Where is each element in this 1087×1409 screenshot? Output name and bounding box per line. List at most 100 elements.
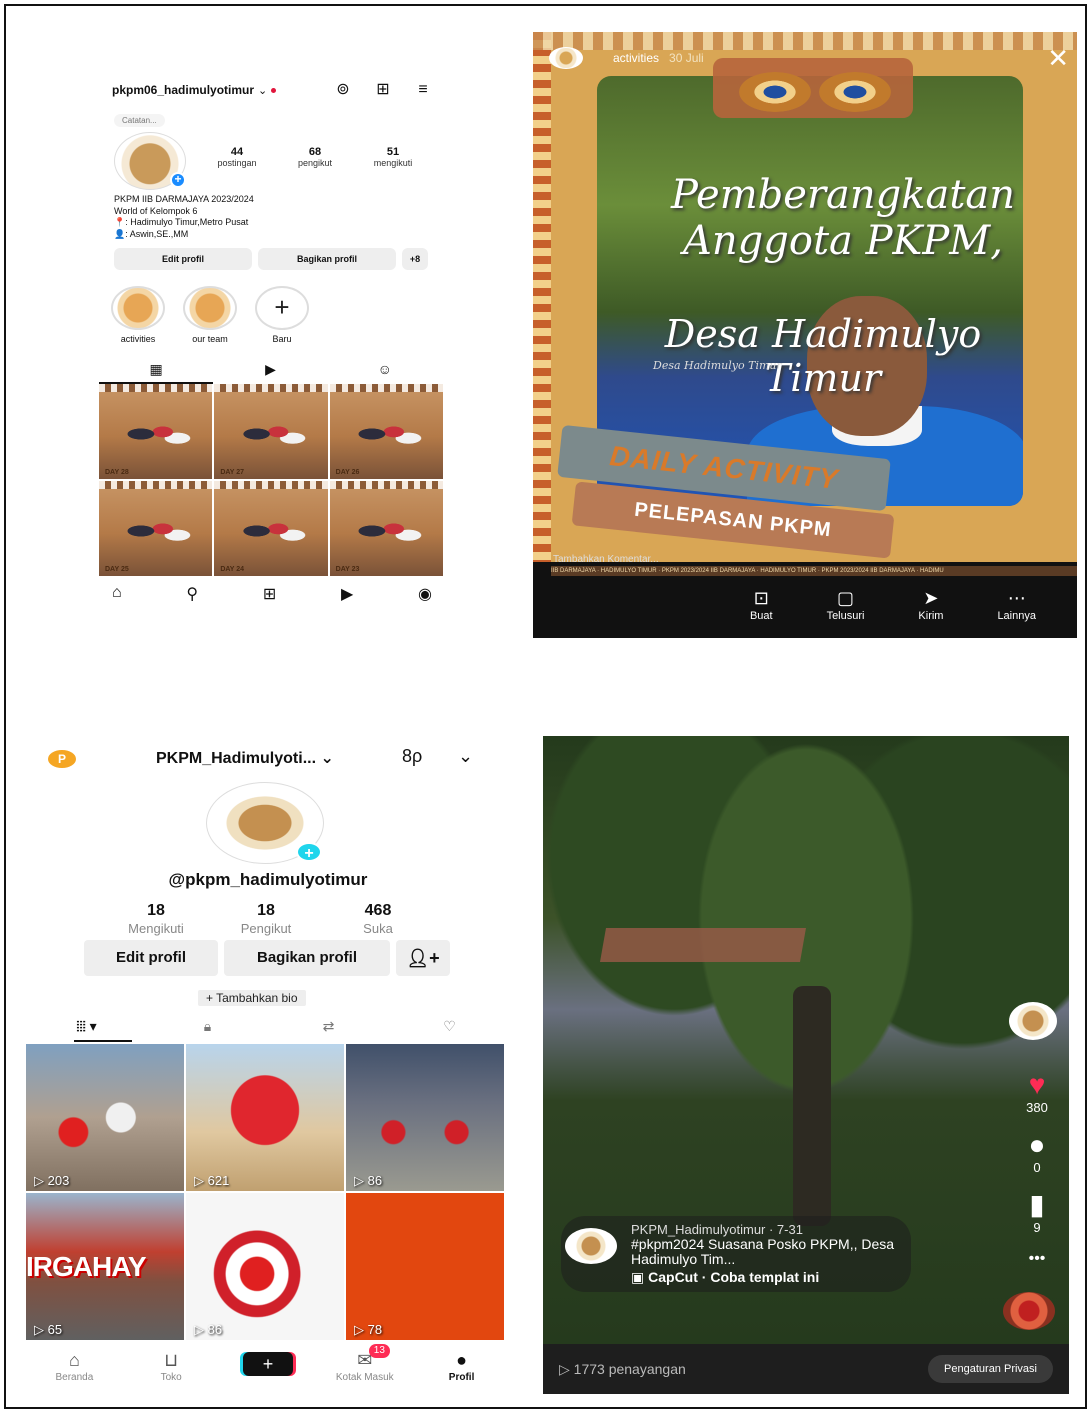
nav-home[interactable]: ⌂ Beranda xyxy=(34,1350,114,1383)
account-switcher[interactable]: PKPM_Hadimulyoti... ⌄ xyxy=(156,748,334,768)
add-avatar-icon[interactable]: + xyxy=(296,842,322,862)
reels-icon[interactable]: ▶ xyxy=(341,584,353,604)
home-icon[interactable]: ⌂ xyxy=(112,584,122,604)
stat-followers[interactable]: 68 pengikut xyxy=(280,146,350,169)
nav-shop[interactable]: ⊔ Toko xyxy=(131,1350,211,1383)
share-profile-button[interactable]: Bagikan profil xyxy=(224,940,390,976)
bottom-nav: ⌂ Beranda ⊔ Toko + ✉ 13 Kotak Masuk ● Profil xyxy=(26,1344,510,1383)
lock-icon[interactable]: 🔒︎ xyxy=(147,1014,268,1042)
create-button[interactable]: ⊡ Buat xyxy=(750,588,773,622)
stat-following[interactable]: 18 Mengikuti xyxy=(106,902,206,938)
edit-profile-button[interactable]: Edit profil xyxy=(84,940,218,976)
send-icon: ➤ xyxy=(923,588,939,608)
repost-icon[interactable]: ⇄ xyxy=(268,1014,389,1042)
video-caption-card[interactable]: PKPM_Hadimulyotimur · 7-31 #pkpm2024 Sua… xyxy=(561,1216,911,1292)
stat-value: 44 xyxy=(230,146,244,158)
create-icon[interactable]: ⊞ xyxy=(263,584,276,604)
add-friend-button[interactable]: 👤︎+ xyxy=(396,940,450,976)
stat-following[interactable]: 51 mengikuti xyxy=(358,146,428,169)
post-thumbnail[interactable]: DAY 23 xyxy=(329,481,443,576)
plus-icon: + xyxy=(429,948,440,968)
post-thumbnail[interactable]: DAY 24 xyxy=(214,481,328,576)
more-options-button[interactable]: ••• xyxy=(1015,1250,1059,1268)
note-bubble[interactable]: Catatan... xyxy=(114,114,165,127)
send-button[interactable]: ➤ Kirim xyxy=(918,588,943,622)
view-count: ▷ 86 xyxy=(354,1173,383,1188)
post-thumbnail[interactable]: DAY 28 xyxy=(99,384,213,479)
instagram-profile-panel: pkpm06_hadimulyotimur ⌄ ⊚ ⊞ ≡ Catatan...… xyxy=(4,4,523,722)
comment-icon: ● xyxy=(1028,1129,1046,1160)
chevron-down-icon[interactable]: ⌄ xyxy=(258,84,267,97)
story-title: Pemberangkatan Anggota PKPM, xyxy=(653,172,1033,264)
highlight-cover xyxy=(183,286,237,330)
music-disc-icon[interactable] xyxy=(1003,1292,1055,1330)
nav-inbox[interactable]: ✉ 13 Kotak Masuk xyxy=(325,1344,405,1383)
highlight-activities[interactable]: activities xyxy=(110,286,166,344)
background-roof xyxy=(600,928,806,962)
profile-tabs: ▦ ▶ ☺ xyxy=(99,358,442,384)
creator-avatar[interactable] xyxy=(1009,1002,1057,1040)
campus-logo-icon xyxy=(739,72,811,112)
highlight-new[interactable]: + Baru xyxy=(254,286,310,344)
edit-profile-button[interactable]: Edit profil xyxy=(114,248,252,270)
chevron-down-icon[interactable]: ⌄ xyxy=(458,746,473,767)
post-thumbnail[interactable]: DAY 27 xyxy=(214,384,328,479)
heart-icon: ♥ xyxy=(1028,1069,1046,1100)
post-thumbnail[interactable]: DAY 26 xyxy=(329,384,443,479)
share-profile-button[interactable]: Bagikan profil xyxy=(258,248,396,270)
add-bio-button[interactable]: + Tambahkan bio xyxy=(198,990,306,1006)
avatar[interactable] xyxy=(549,47,583,69)
add-person-button[interactable]: +8 xyxy=(402,248,428,270)
profile-tabs: ⦙⦙⦙ ▾ 🔒︎ ⇄ ♡ xyxy=(26,1014,510,1042)
video-footer: ▷ 1773 penayangan Pengaturan Privasi xyxy=(543,1344,1069,1394)
reels-icon[interactable]: ▶ xyxy=(213,358,327,384)
search-icon[interactable]: ⚲ xyxy=(186,584,198,604)
stat-label: postingan xyxy=(217,158,257,168)
video-thumbnail[interactable]: ▷ 86 xyxy=(186,1193,344,1340)
highlight-label: activities xyxy=(120,334,156,344)
menu-icon[interactable]: ≡ xyxy=(414,81,432,99)
nav-profile[interactable]: ● Profil xyxy=(422,1350,502,1383)
points-badge[interactable]: P xyxy=(48,750,76,768)
nav-create[interactable]: + xyxy=(228,1350,308,1383)
stat-posts[interactable]: 44 postingan xyxy=(202,146,272,169)
close-icon[interactable]: ✕ xyxy=(1047,45,1069,71)
capcut-link[interactable]: ▣ CapCut · Coba templat ini xyxy=(631,1269,901,1286)
avatar xyxy=(565,1228,617,1264)
more-icon: ⋯ xyxy=(1007,588,1026,608)
post-thumbnail[interactable]: DAY 25 xyxy=(99,481,213,576)
add-story-icon[interactable]: + xyxy=(170,172,186,188)
privacy-settings-button[interactable]: Pengaturan Privasi xyxy=(928,1355,1053,1383)
highlight-name[interactable]: activities xyxy=(613,51,659,65)
view-count: ▷ 78 xyxy=(354,1322,383,1337)
stat-value: 468 xyxy=(364,902,392,919)
stat-followers[interactable]: 18 Pengikut xyxy=(216,902,316,938)
videos-grid-icon[interactable]: ⦙⦙⦙ ▾ xyxy=(26,1014,147,1042)
video-thumbnail[interactable]: ▷ 621 xyxy=(186,1044,344,1191)
save-button[interactable]: ▮ 9 xyxy=(1015,1190,1059,1236)
highlight-label: Baru xyxy=(272,334,292,344)
comment-input[interactable]: Tambahkan Komentar... xyxy=(553,554,659,565)
video-thumbnail[interactable]: ▷ 203 xyxy=(26,1044,184,1191)
comment-button[interactable]: ● 0 xyxy=(1015,1129,1059,1176)
video-thumbnail[interactable]: ▷ 78 xyxy=(346,1193,504,1340)
create-icon: ⊡ xyxy=(753,588,769,608)
grid-icon[interactable]: ▦ xyxy=(99,358,214,384)
like-button[interactable]: ♥ 380 xyxy=(1015,1069,1059,1116)
stat-likes[interactable]: 468 Suka xyxy=(328,902,428,938)
username-switcher[interactable]: pkpm06_hadimulyotimur xyxy=(112,83,254,97)
explore-button[interactable]: ▢ Telusuri xyxy=(827,588,865,622)
threads-icon[interactable]: ⊚ xyxy=(334,81,352,99)
create-icon[interactable]: ⊞ xyxy=(374,81,392,99)
highlight-our-team[interactable]: our team xyxy=(182,286,238,344)
active-tab-indicator xyxy=(74,1040,132,1042)
creator-tools-icon[interactable]: 8ρ xyxy=(402,746,422,767)
tagged-icon[interactable]: ☺ xyxy=(328,358,442,384)
video-thumbnail[interactable]: IRGAHAY ▷ 65 xyxy=(26,1193,184,1340)
tree-trunk xyxy=(793,986,831,1226)
profile-icon[interactable]: ◉ xyxy=(418,584,432,604)
liked-icon[interactable]: ♡ xyxy=(389,1014,510,1042)
video-player[interactable]: ♥ 380 ● 0 ▮ 9 ••• PKPM_Hadimulyotimur · … xyxy=(543,736,1069,1394)
more-button[interactable]: ⋯ Lainnya xyxy=(997,588,1036,622)
video-thumbnail[interactable]: ▷ 86 xyxy=(346,1044,504,1191)
